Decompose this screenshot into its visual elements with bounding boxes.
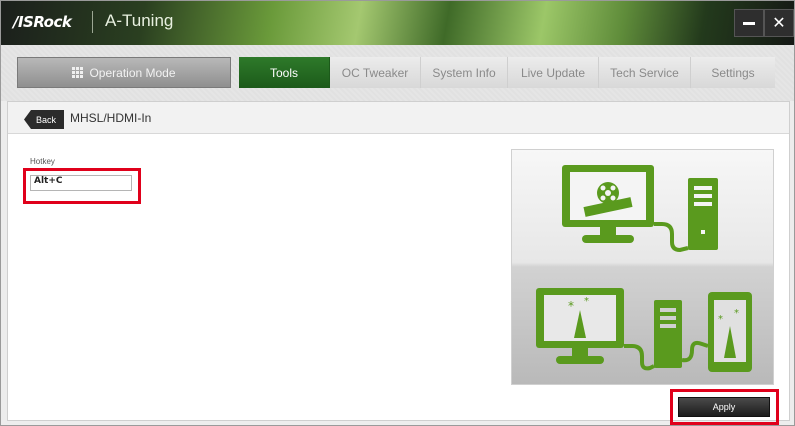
main-tabs: Tools OC Tweaker System Info Live Update…: [239, 57, 775, 88]
pc-monitor-film-tower-tablet-icon: * * * *: [536, 165, 752, 372]
minimize-button[interactable]: [734, 9, 764, 37]
breadcrumb: Back MHSL/HDMI-In: [8, 102, 789, 134]
close-button[interactable]: ✕: [764, 9, 794, 37]
app-title: A-Tuning: [105, 11, 174, 30]
tab-tools[interactable]: Tools: [239, 57, 330, 88]
back-button[interactable]: Back: [24, 110, 64, 129]
nav-bar: Operation Mode Tools OC Tweaker System I…: [1, 45, 794, 101]
title-separator: [92, 11, 93, 33]
tab-live-update[interactable]: Live Update: [508, 57, 599, 88]
operation-mode-button[interactable]: Operation Mode: [17, 57, 231, 88]
svg-text:*: *: [734, 308, 739, 319]
apply-highlight-box: [670, 389, 779, 425]
operation-mode-label: Operation Mode: [89, 65, 176, 80]
grid-icon: [72, 67, 84, 78]
tab-settings[interactable]: Settings: [691, 57, 775, 88]
svg-text:*: *: [584, 296, 589, 307]
svg-text:*: *: [718, 314, 723, 325]
content-panel: Back MHSL/HDMI-In Hotkey Alt+C * * * * A…: [7, 101, 790, 425]
title-bar: /ISRock A-Tuning ✕: [1, 1, 794, 45]
hotkey-highlight-box: [23, 168, 141, 204]
svg-text:*: *: [568, 299, 574, 313]
close-icon: ✕: [772, 15, 786, 32]
mhsl-illustration: * * * *: [511, 149, 774, 385]
tab-tech-service[interactable]: Tech Service: [599, 57, 691, 88]
tab-oc-tweaker[interactable]: OC Tweaker: [330, 57, 421, 88]
hotkey-label: Hotkey: [30, 157, 55, 166]
asrock-logo: /ISRock: [13, 13, 72, 31]
tab-system-info[interactable]: System Info: [421, 57, 508, 88]
minimize-icon: [743, 21, 755, 25]
page-title: MHSL/HDMI-In: [70, 111, 152, 125]
a-tuning-window: /ISRock A-Tuning ✕ Operation Mode Tools …: [0, 0, 795, 426]
